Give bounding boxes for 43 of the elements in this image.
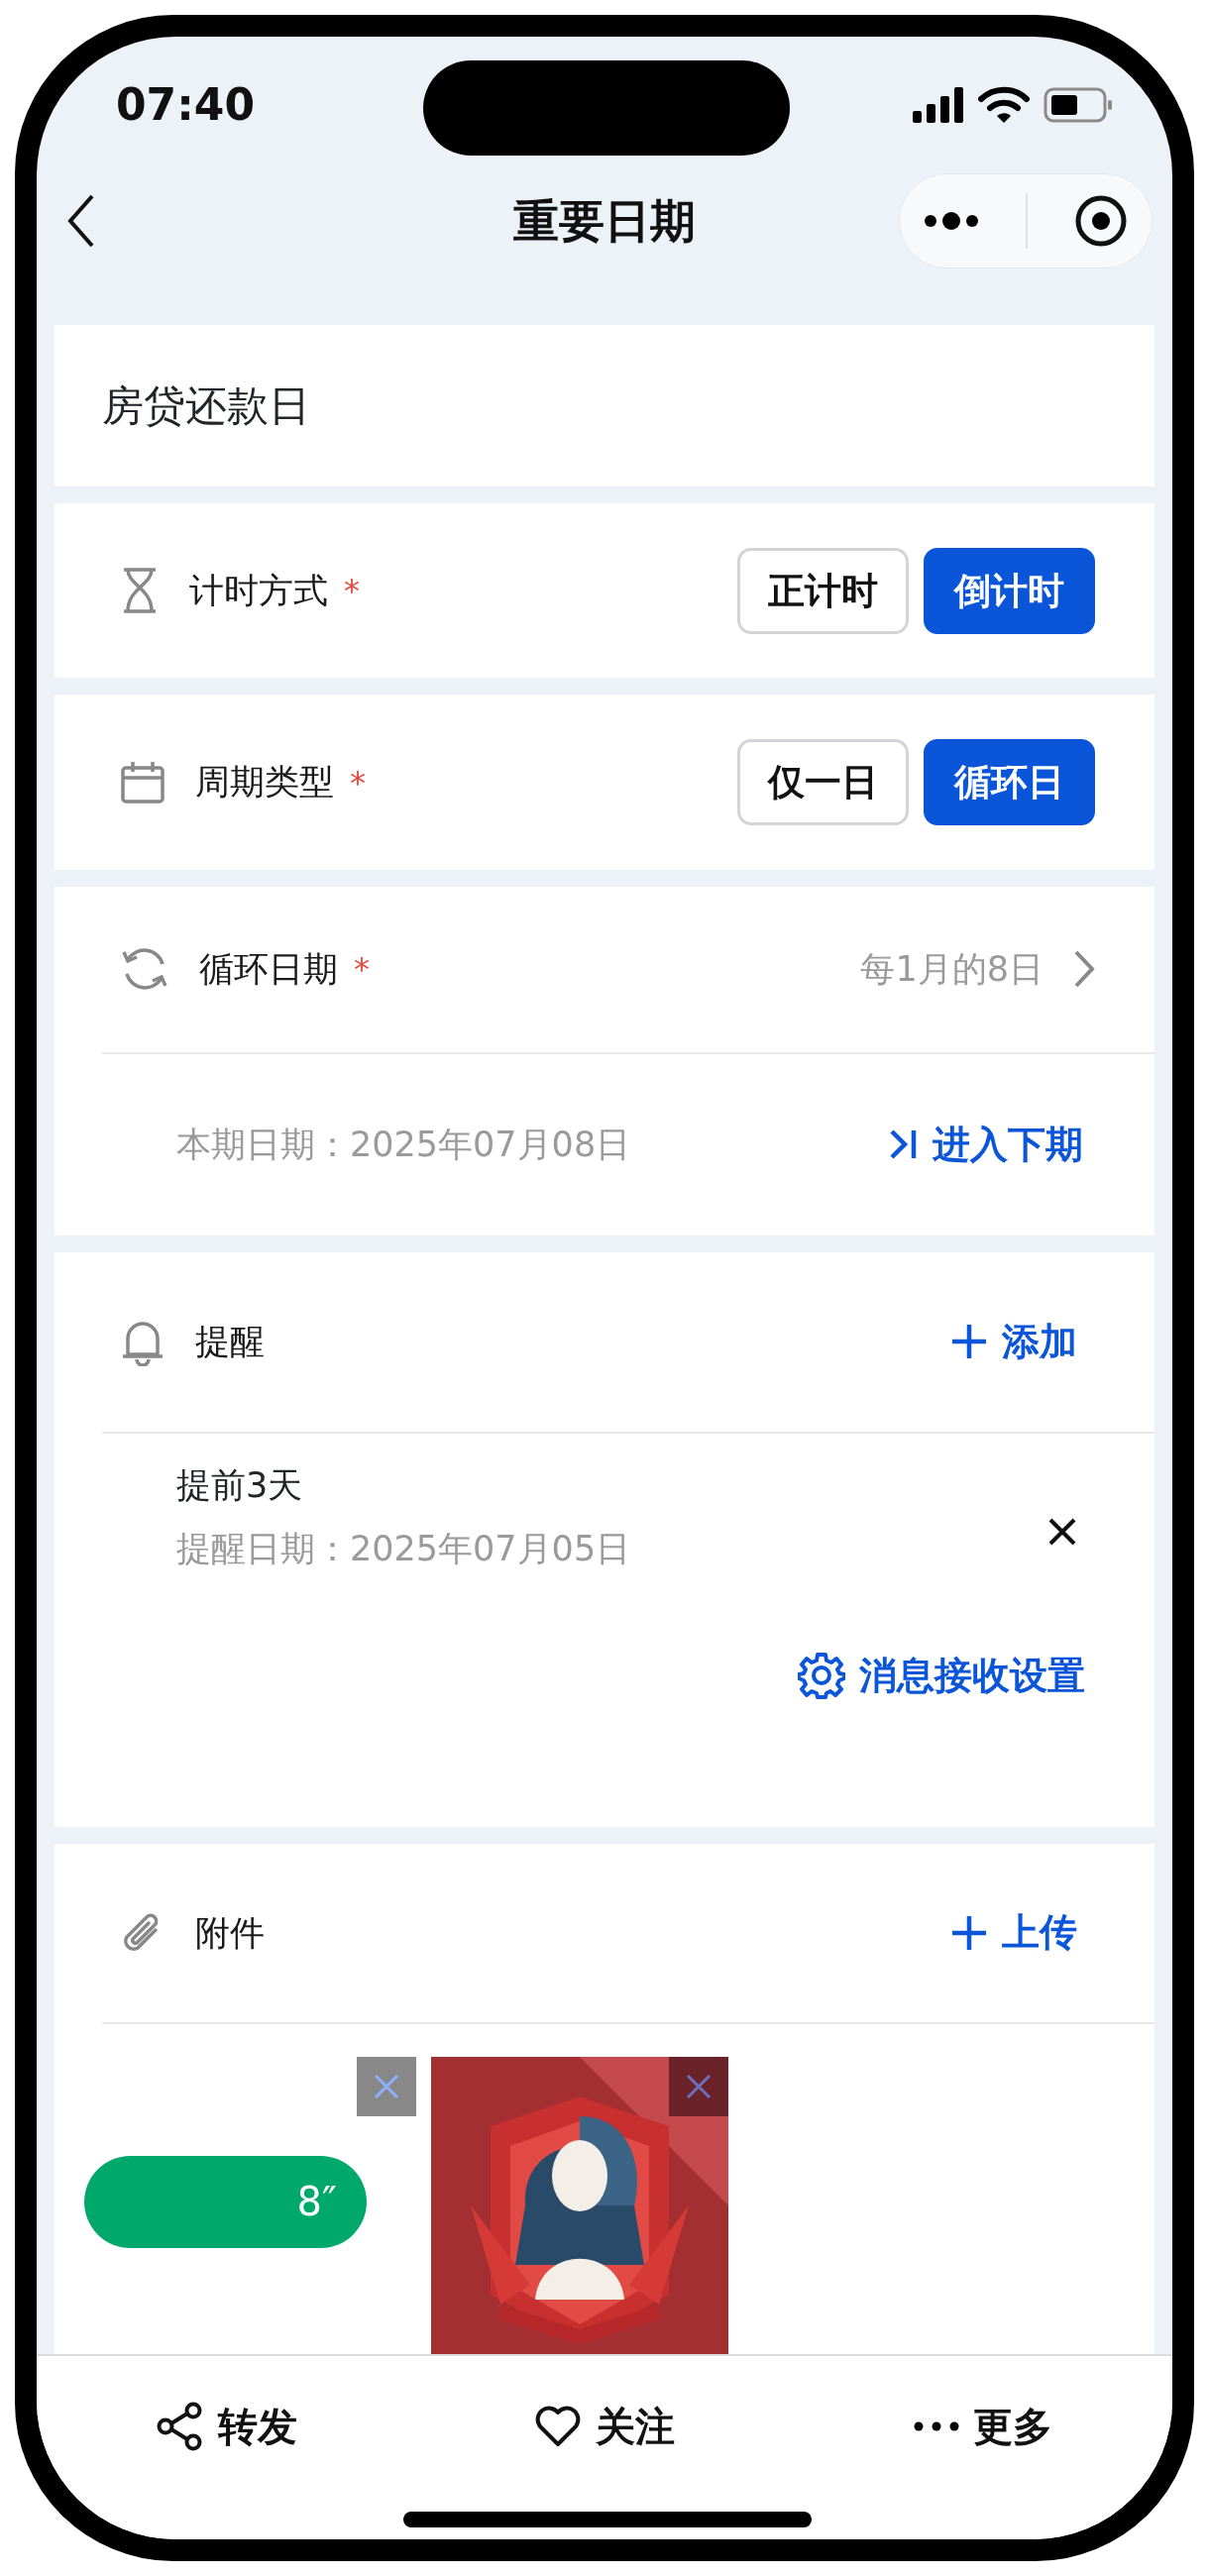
close-icon xyxy=(686,2073,712,2099)
required-mark: * xyxy=(350,762,366,804)
more-icon[interactable] xyxy=(923,211,979,232)
field-label: 提醒 xyxy=(195,1321,265,1364)
target-icon[interactable] xyxy=(1074,194,1129,249)
period-date: 本期日期：2025年07月08日 xyxy=(176,1124,631,1167)
upload-button[interactable]: 上传 xyxy=(950,1904,1077,1962)
field-label: 周期类型 xyxy=(195,761,334,805)
toolbar-button[interactable]: 转发 xyxy=(37,2395,415,2457)
field-label: 计时方式 xyxy=(189,570,328,612)
reminder-title: 提前3天 xyxy=(176,1463,304,1507)
status-time: 07:40 xyxy=(116,77,256,132)
event-name: 房贷还款日 xyxy=(102,380,310,433)
share-icon xyxy=(155,2401,204,2451)
reminder-date: 提醒日期：2025年07月05日 xyxy=(176,1528,631,1571)
toolbar-button[interactable]: 关注 xyxy=(415,2395,794,2457)
heart-icon xyxy=(534,2404,582,2448)
toolbar-button[interactable]: 更多 xyxy=(794,2395,1172,2457)
option-button[interactable]: 仅一日 xyxy=(737,739,909,826)
delete-button[interactable] xyxy=(669,2056,728,2116)
battery-icon xyxy=(1044,86,1113,123)
add-button[interactable]: 添加 xyxy=(950,1313,1077,1370)
chevron-right-icon xyxy=(1073,949,1095,990)
required-mark: * xyxy=(344,571,360,612)
field-label: 附件 xyxy=(195,1911,265,1955)
required-mark: * xyxy=(354,949,370,991)
more-icon xyxy=(914,2420,959,2431)
calendar-icon xyxy=(120,759,165,805)
signal-icon xyxy=(913,86,964,123)
wifi-icon xyxy=(978,85,1030,124)
gear-icon xyxy=(798,1652,845,1700)
settings-link[interactable]: 消息接收设置 xyxy=(798,1647,1085,1704)
page-title: 重要日期 xyxy=(513,193,696,248)
option-button[interactable]: 正计时 xyxy=(737,547,909,634)
next-period-button[interactable]: 进入下期 xyxy=(889,1116,1083,1173)
close-icon xyxy=(374,2073,399,2099)
close-icon[interactable] xyxy=(1047,1516,1077,1547)
field-label: 循环日期 xyxy=(199,948,338,992)
option-button[interactable]: 循环日 xyxy=(924,739,1095,826)
back-icon[interactable] xyxy=(66,193,96,250)
option-button[interactable]: 倒计时 xyxy=(924,547,1095,634)
plus-icon xyxy=(950,1323,988,1361)
plus-icon xyxy=(950,1913,988,1952)
